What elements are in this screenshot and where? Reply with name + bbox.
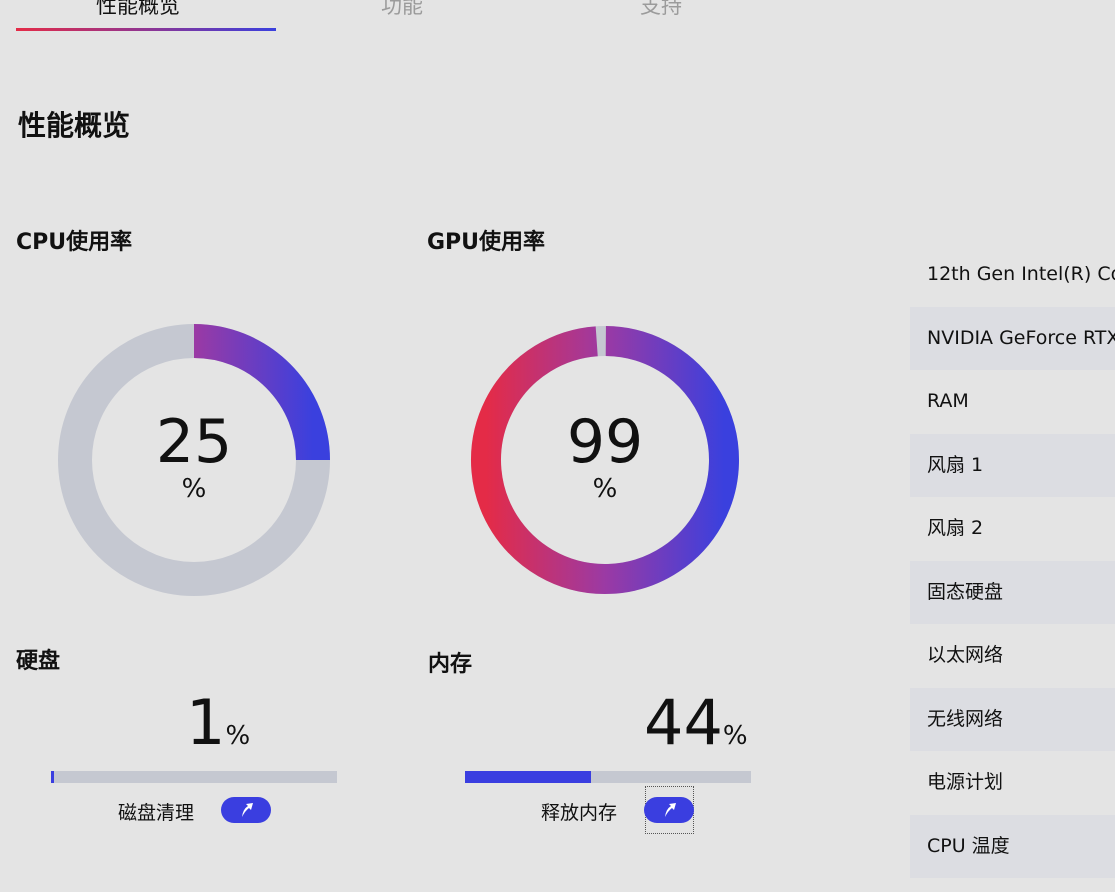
cpu-usage-unit: %	[181, 474, 207, 504]
gpu-usage-label: GPU使用率	[427, 230, 546, 255]
hardware-list: 12th Gen Intel(R) Core NVIDIA GeForce RT…	[910, 243, 1115, 878]
disk-cleanup-button[interactable]	[221, 797, 271, 823]
disk-cleanup-label: 磁盘清理	[118, 802, 195, 824]
hardware-item-fan-2[interactable]: 风扇 2	[910, 497, 1115, 561]
arrow-up-right-icon	[242, 803, 253, 817]
memory-usage-readout: 44%	[644, 688, 748, 771]
hardware-item-ssd[interactable]: 固态硬盘	[910, 560, 1115, 624]
free-memory-label: 释放内存	[541, 802, 618, 824]
disk-usage-value: 1	[186, 686, 226, 759]
hardware-item-gpu[interactable]: NVIDIA GeForce RTX	[910, 306, 1115, 370]
hardware-item-power-plan[interactable]: 电源计划	[910, 751, 1115, 815]
disk-usage-bar-fill	[51, 771, 54, 783]
tab-performance-overview[interactable]: 性能概览	[96, 0, 180, 20]
disk-usage-readout: 1%	[186, 688, 250, 771]
memory-usage-value: 44	[644, 686, 723, 759]
tab-features[interactable]: 功能	[381, 0, 423, 20]
disk-usage-bar	[51, 771, 337, 783]
active-tab-indicator	[16, 28, 276, 31]
cpu-usage-label: CPU使用率	[16, 230, 133, 255]
disk-usage-unit: %	[225, 721, 251, 751]
arrow-up-right-icon	[665, 803, 676, 817]
memory-usage-bar	[465, 771, 751, 783]
cpu-usage-value: 25	[155, 407, 233, 477]
cpu-usage-gauge: 25 %	[58, 324, 330, 596]
memory-usage-unit: %	[722, 721, 748, 751]
hardware-item-cpu-temperature[interactable]: CPU 温度	[910, 814, 1115, 878]
memory-usage-bar-fill	[465, 771, 591, 783]
hardware-item-fan-1[interactable]: 风扇 1	[910, 433, 1115, 497]
hardware-item-cpu[interactable]: 12th Gen Intel(R) Core	[910, 243, 1115, 307]
hardware-item-wireless[interactable]: 无线网络	[910, 687, 1115, 751]
hardware-item-ram[interactable]: RAM	[910, 370, 1115, 434]
gpu-usage-unit: %	[592, 474, 618, 504]
gpu-usage-gauge: 99 %	[469, 324, 741, 596]
free-memory-button[interactable]	[644, 797, 694, 823]
disk-label: 硬盘	[16, 649, 61, 674]
gpu-usage-value: 99	[566, 407, 644, 477]
memory-label: 内存	[428, 652, 473, 677]
hardware-item-ethernet[interactable]: 以太网络	[910, 624, 1115, 688]
page-title: 性能概览	[18, 109, 131, 142]
tab-support[interactable]: 支持	[640, 0, 682, 20]
